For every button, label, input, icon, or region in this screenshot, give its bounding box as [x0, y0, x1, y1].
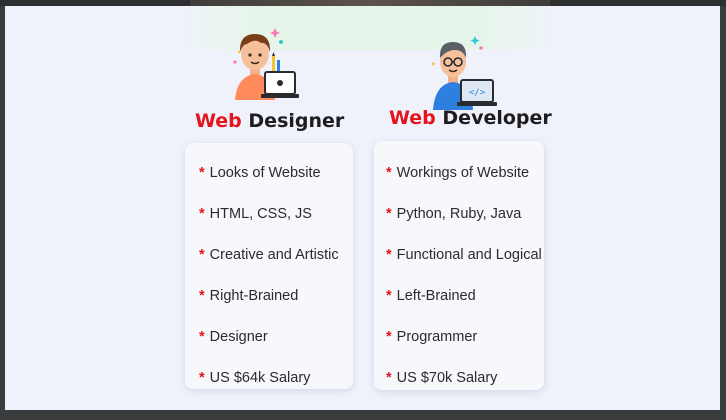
bullet-star: * [386, 288, 392, 304]
list-item-label: Looks of Website [209, 165, 321, 181]
list-item-label: Left-Brained [396, 288, 476, 304]
list-item: * US $64k Salary [199, 370, 310, 386]
list-item: * Workings of Website [386, 165, 529, 181]
list-item: * US $70k Salary [386, 370, 497, 386]
svg-text:</>: </> [469, 88, 486, 98]
list-item-label: Workings of Website [396, 165, 530, 181]
list-item-label: Programmer [396, 329, 478, 345]
bullet-star: * [386, 165, 392, 181]
list-item-label: US $64k Salary [209, 370, 311, 386]
list-item: * Right-Brained [199, 288, 298, 304]
list-item: * Programmer [386, 329, 477, 345]
list-item-label: Functional and Logical [396, 247, 542, 263]
bullet-star: * [199, 288, 205, 304]
list-item-label: HTML, CSS, JS [209, 206, 312, 222]
designer-title: Web Designer [195, 110, 344, 132]
list-item-label: Creative and Artistic [209, 247, 339, 263]
bullet-star: * [386, 206, 392, 222]
list-item: * Functional and Logical [386, 247, 542, 263]
list-item-label: Python, Ruby, Java [396, 206, 522, 222]
list-item: * Left-Brained [386, 288, 476, 304]
developer-title-accent: Web [389, 107, 436, 129]
list-item: * Creative and Artistic [199, 247, 339, 263]
list-item: * Designer [199, 329, 268, 345]
designer-title-rest: Designer [248, 110, 345, 132]
bullet-star: * [199, 165, 205, 181]
designer-card: * Looks of Website * HTML, CSS, JS * Creati… [185, 143, 353, 389]
bullet-star: * [386, 329, 392, 345]
developer-card: * Workings of Website * Python, Ruby, Java… [374, 141, 544, 390]
list-item: * HTML, CSS, JS [199, 206, 312, 222]
bullet-star: * [199, 329, 205, 345]
infographic: Web Designer * Looks of Website * HTML, CS… [5, 6, 720, 410]
designer-title-accent: Web [195, 110, 242, 132]
bullet-star: * [386, 247, 392, 263]
bullet-star: * [199, 206, 205, 222]
bullet-star: * [199, 370, 205, 386]
designer-avatar-icon [233, 28, 299, 100]
list-item-label: US $70k Salary [396, 370, 498, 386]
list-item: * Looks of Website [199, 165, 321, 181]
bullet-star: * [199, 247, 205, 263]
developer-title: Web Developer [389, 107, 552, 129]
list-item: * Python, Ruby, Java [386, 206, 521, 222]
developer-title-rest: Developer [442, 107, 552, 129]
list-item-label: Designer [209, 329, 268, 345]
developer-avatar-icon: </> [431, 36, 497, 110]
list-item-label: Right-Brained [209, 288, 299, 304]
bullet-star: * [386, 370, 392, 386]
